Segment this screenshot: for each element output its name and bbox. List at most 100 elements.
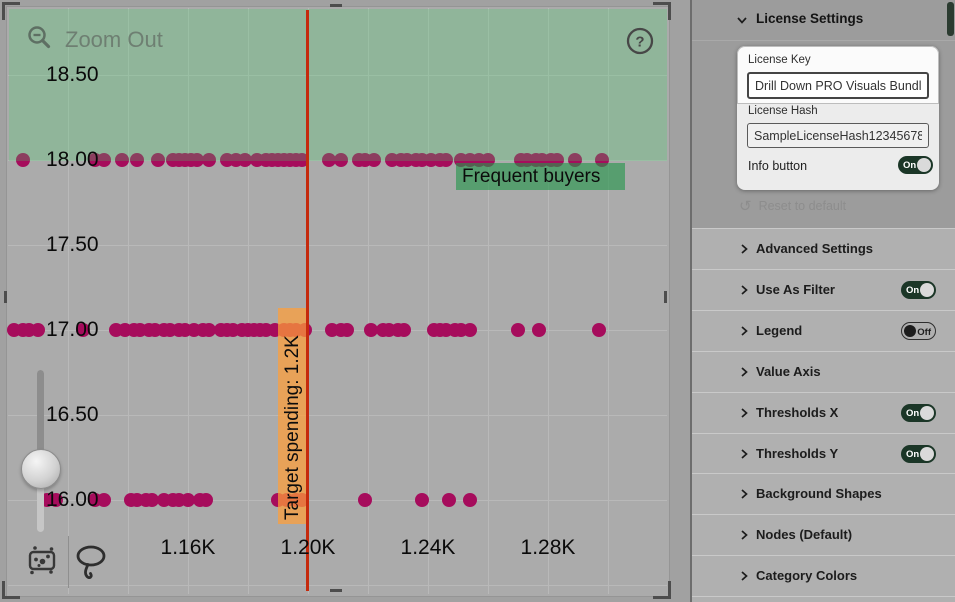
section-label: Advanced Settings	[756, 241, 873, 256]
toggle-knob	[920, 406, 934, 420]
toggle-on[interactable]: On	[901, 281, 936, 299]
toggle-knob	[920, 447, 934, 461]
reset-to-default-button[interactable]: ↺ Reset to default	[739, 197, 846, 215]
section-label: Background Shapes	[756, 486, 882, 501]
section-label: Thresholds Y	[756, 446, 838, 461]
section-row-nodes-default-[interactable]: Nodes (Default)	[692, 514, 955, 555]
section-label: Legend	[756, 323, 802, 338]
y-axis-tick-label: 18.50	[46, 63, 116, 87]
info-button-label: Info button	[748, 159, 807, 173]
header-divider	[692, 40, 955, 41]
undo-icon: ↺	[739, 198, 752, 215]
section-row-thresholds-x[interactable]: Thresholds X On	[692, 392, 955, 433]
data-point[interactable]	[511, 323, 525, 337]
section-row-thresholds-y[interactable]: Thresholds Y On	[692, 433, 955, 473]
section-row-background-shapes[interactable]: Background Shapes	[692, 473, 955, 514]
data-point[interactable]	[463, 323, 477, 337]
lasso-select-icon[interactable]	[74, 543, 108, 583]
toggle-state-text: On	[906, 449, 919, 460]
resize-handle-top[interactable]	[330, 4, 342, 7]
toggle-on[interactable]: On	[901, 404, 936, 422]
svg-text:?: ?	[635, 34, 644, 51]
sections-list: Advanced Settings Use As Filter On Legend Of…	[692, 228, 955, 602]
scrollbar-thumb[interactable]	[947, 2, 954, 36]
y-axis-tick-label: 16.50	[46, 403, 116, 427]
y-axis-tick-label: 18.00	[46, 148, 116, 172]
data-point[interactable]	[463, 493, 477, 507]
section-label: Value Axis	[756, 364, 821, 379]
data-point[interactable]	[397, 323, 411, 337]
data-point[interactable]	[592, 323, 606, 337]
info-button-toggle[interactable]: On	[898, 156, 933, 174]
threshold-x-line	[306, 10, 309, 591]
chevron-right-icon[interactable]	[738, 406, 750, 424]
x-axis-tick-label: 1.28K	[503, 536, 593, 560]
resize-handle-right[interactable]	[664, 291, 667, 303]
section-row-value-axis[interactable]: Value Axis	[692, 351, 955, 392]
toggle-state-text: Off	[917, 327, 931, 338]
data-point[interactable]	[31, 323, 45, 337]
zoom-slider-fill	[37, 370, 44, 458]
section-label: Thresholds X	[756, 405, 838, 420]
chevron-right-icon[interactable]	[738, 365, 750, 383]
data-point[interactable]	[340, 323, 354, 337]
section-divider	[692, 596, 955, 597]
license-key-label: License Key	[748, 54, 811, 66]
y-axis-tick-label: 16.00	[46, 488, 116, 512]
toolbar-divider	[68, 536, 69, 588]
y-axis-tick-label: 17.50	[46, 233, 116, 257]
license-hash-input[interactable]	[747, 123, 929, 148]
data-point[interactable]	[199, 493, 213, 507]
resize-handle-top-right[interactable]	[653, 2, 671, 20]
toggle-off[interactable]: Off	[901, 322, 936, 340]
threshold-x-label: Target spending: 1.2K	[278, 308, 308, 524]
resize-handle-bottom-right[interactable]	[653, 581, 671, 599]
section-row-use-as-filter[interactable]: Use As Filter On	[692, 269, 955, 310]
toggle-on[interactable]: On	[901, 445, 936, 463]
chevron-right-icon[interactable]	[738, 569, 750, 587]
x-axis-tick-label: 1.24K	[383, 536, 473, 560]
section-label: Category Colors	[756, 568, 857, 583]
y-axis-tick-label: 17.00	[46, 318, 116, 342]
toggle-knob	[904, 325, 916, 337]
chevron-right-icon[interactable]	[738, 447, 750, 465]
license-key-input[interactable]	[747, 72, 929, 99]
resize-handle-left[interactable]	[4, 291, 7, 303]
chevron-right-icon[interactable]	[738, 528, 750, 546]
chevron-right-icon[interactable]	[738, 487, 750, 505]
license-hash-label: License Hash	[748, 105, 818, 117]
resize-handle-bottom[interactable]	[330, 589, 342, 592]
threshold-y-label: Frequent buyers	[456, 163, 625, 190]
zoom-out-button[interactable]: Zoom Out	[65, 27, 163, 53]
data-point[interactable]	[358, 493, 372, 507]
app-canvas: Frequent buyers Target spending: 1.2K 18…	[0, 0, 955, 602]
zoom-slider-knob[interactable]	[21, 449, 61, 489]
reset-to-default-label: Reset to default	[759, 199, 847, 213]
toggle-knob	[920, 283, 934, 297]
chevron-down-icon[interactable]	[736, 13, 748, 31]
zoom-out-icon[interactable]	[27, 25, 53, 51]
section-row-category-colors[interactable]: Category Colors	[692, 555, 955, 596]
scatter-view-icon[interactable]	[26, 543, 58, 577]
section-header-license-settings[interactable]: License Settings	[756, 11, 863, 26]
license-card: License Key License Hash Info button On	[737, 46, 939, 190]
section-label: Use As Filter	[756, 282, 835, 297]
section-label: Nodes (Default)	[756, 527, 852, 542]
resize-handle-bottom-left[interactable]	[2, 581, 20, 599]
help-icon[interactable]: ?	[625, 26, 655, 56]
data-point[interactable]	[442, 493, 456, 507]
chevron-right-icon[interactable]	[738, 242, 750, 260]
data-point[interactable]	[532, 323, 546, 337]
chevron-right-icon[interactable]	[738, 283, 750, 301]
x-axis-tick-label: 1.16K	[143, 536, 233, 560]
toggle-knob	[917, 158, 931, 172]
chevron-right-icon[interactable]	[738, 324, 750, 342]
data-point[interactable]	[415, 493, 429, 507]
toggle-state-text: On	[903, 160, 916, 171]
section-row-advanced-settings[interactable]: Advanced Settings	[692, 228, 955, 269]
x-axis-tick-label: 1.20K	[263, 536, 353, 560]
resize-handle-top-left[interactable]	[2, 2, 20, 20]
section-row-legend[interactable]: Legend Off	[692, 310, 955, 351]
gridline-horizontal	[8, 585, 667, 586]
toggle-state-text: On	[906, 285, 919, 296]
